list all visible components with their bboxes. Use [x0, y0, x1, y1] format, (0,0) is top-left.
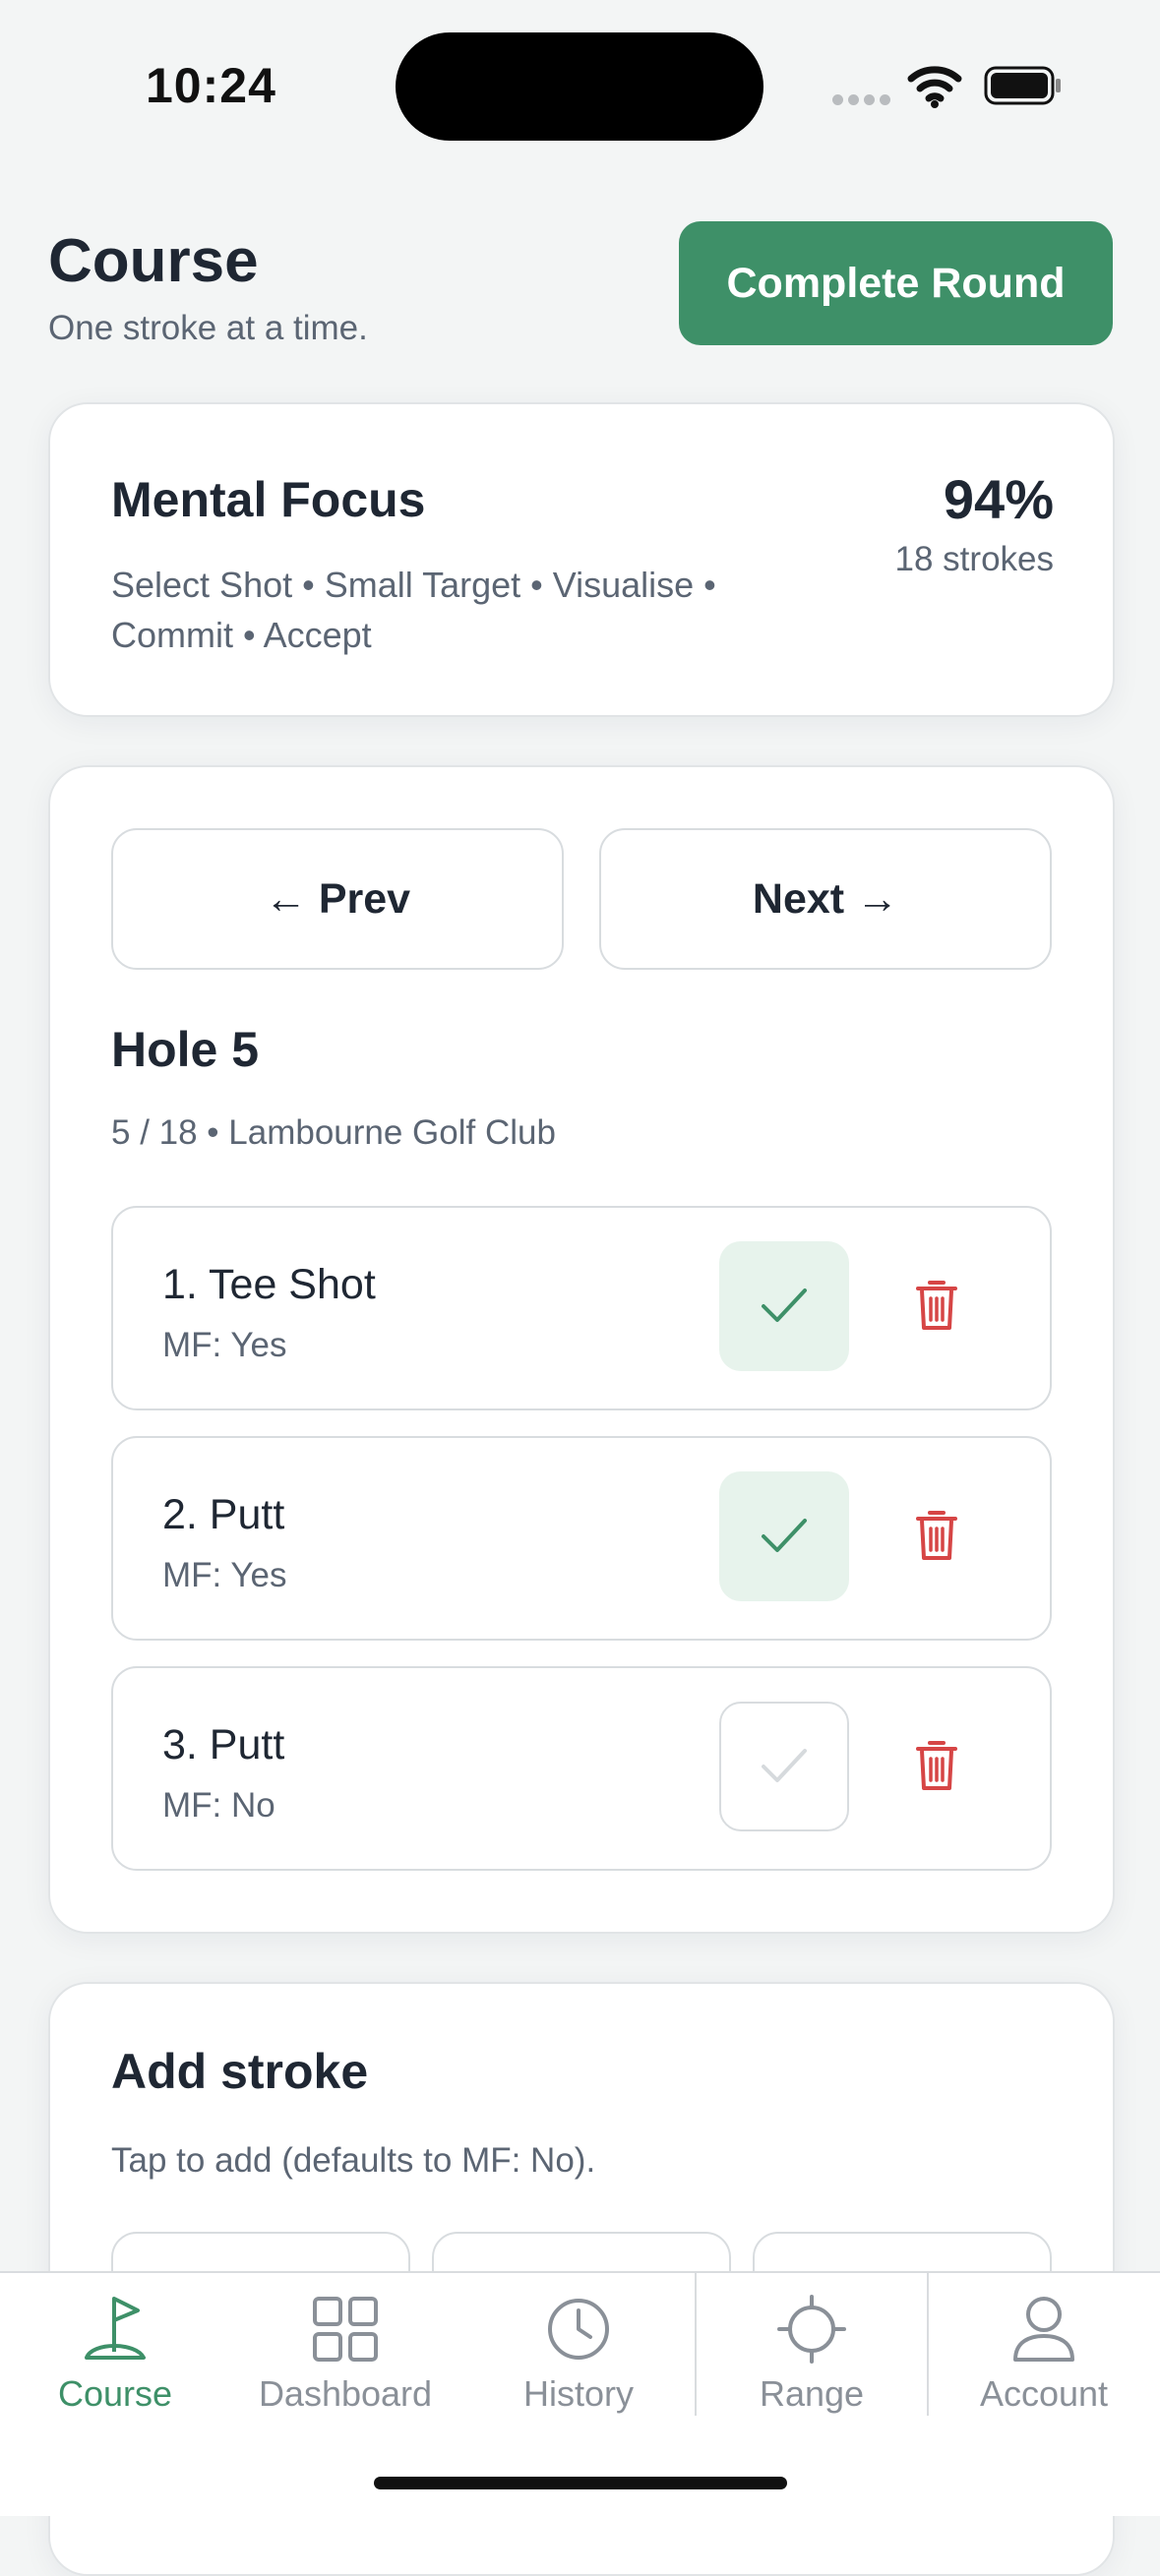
trash-icon[interactable] — [916, 1737, 957, 1792]
crosshair-icon — [777, 2295, 846, 2364]
prev-hole-button[interactable]: ← Prev — [111, 828, 564, 970]
tab-divider — [927, 2273, 929, 2416]
stroke-row: 1. Tee Shot MF: Yes — [111, 1206, 1052, 1410]
stroke-row: 2. Putt MF: Yes — [111, 1436, 1052, 1641]
check-icon — [762, 1749, 807, 1782]
next-hole-button[interactable]: Next → — [599, 828, 1052, 970]
hole-meta: 5 / 18 • Lambourne Golf Club — [111, 1113, 556, 1152]
stroke-mf-status: MF: Yes — [162, 1556, 287, 1594]
tab-label: Course — [57, 2373, 173, 2414]
battery-icon — [984, 66, 1061, 105]
stroke-name: 1. Tee Shot — [162, 1261, 376, 1308]
stroke-mf-status: MF: No — [162, 1786, 275, 1825]
hole-title: Hole 5 — [111, 1022, 260, 1077]
tab-history[interactable]: History — [482, 2273, 675, 2421]
flag-icon — [85, 2297, 146, 2360]
hole-card: ← Prev Next → Hole 5 5 / 18 • Lambourne … — [48, 765, 1115, 1934]
wifi-icon — [907, 66, 962, 108]
tab-label: Account — [979, 2373, 1109, 2414]
tab-label: Dashboard — [258, 2373, 433, 2414]
check-icon — [762, 1288, 807, 1322]
tab-label: History — [522, 2373, 634, 2414]
page-title: Course — [48, 227, 259, 295]
check-icon — [762, 1519, 807, 1552]
status-time: 10:24 — [146, 58, 276, 113]
mental-focus-percent: 94% — [943, 468, 1054, 530]
stroke-name: 3. Putt — [162, 1721, 285, 1768]
add-stroke-title: Add stroke — [111, 2044, 369, 2099]
tab-course[interactable]: Course — [20, 2273, 211, 2421]
cellular-signal-icon — [832, 92, 895, 110]
mental-focus-stroke-count: 18 strokes — [894, 540, 1054, 578]
tab-divider — [695, 2273, 697, 2416]
dynamic-island — [396, 32, 763, 141]
mental-focus-steps: Select Shot • Small Target • Visualise •… — [111, 565, 716, 655]
mf-toggle-button[interactable] — [719, 1471, 849, 1601]
mf-toggle-button[interactable] — [719, 1241, 849, 1371]
tab-account[interactable]: Account — [948, 2273, 1139, 2421]
add-stroke-hint: Tap to add (defaults to MF: No). — [111, 2141, 596, 2180]
page-subtitle: One stroke at a time. — [48, 309, 368, 347]
clock-icon — [548, 2299, 609, 2360]
stroke-name: 2. Putt — [162, 1491, 285, 1538]
stroke-row: 3. Putt MF: No — [111, 1666, 1052, 1871]
trash-icon[interactable] — [916, 1507, 957, 1562]
complete-round-button[interactable]: Complete Round — [679, 221, 1113, 345]
tab-dashboard[interactable]: Dashboard — [236, 2273, 455, 2421]
user-icon — [1013, 2297, 1074, 2362]
grid-icon — [313, 2297, 378, 2362]
home-indicator — [374, 2477, 787, 2489]
trash-icon[interactable] — [916, 1277, 957, 1332]
mf-toggle-button[interactable] — [719, 1702, 849, 1831]
mental-focus-card: Mental Focus Select Shot • Small Target … — [48, 402, 1115, 717]
tab-label: Range — [759, 2373, 865, 2414]
stroke-mf-status: MF: Yes — [162, 1326, 287, 1364]
tab-range[interactable]: Range — [716, 2273, 907, 2421]
mental-focus-title: Mental Focus — [111, 472, 426, 527]
